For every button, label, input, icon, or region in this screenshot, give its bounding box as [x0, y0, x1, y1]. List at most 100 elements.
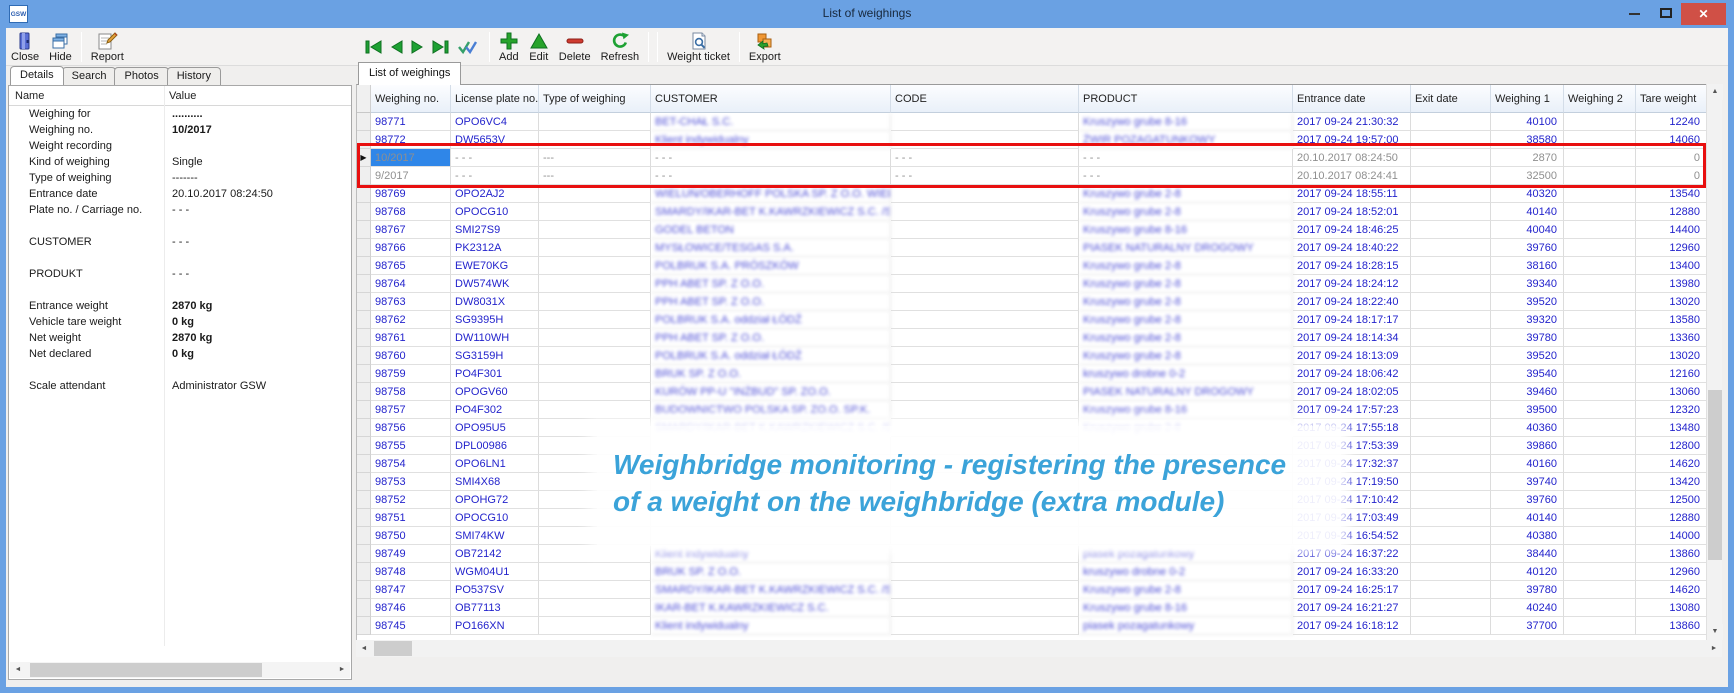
cell-w1[interactable]: 39760	[1491, 491, 1564, 509]
cell-code[interactable]	[891, 581, 1079, 599]
cell-w2[interactable]	[1564, 275, 1636, 293]
cell-customer[interactable]: - - -	[651, 167, 891, 185]
cell-code[interactable]	[891, 293, 1079, 311]
cell-w2[interactable]	[1564, 167, 1636, 185]
cell-entrance[interactable]: 2017 09-24 17:57:23	[1293, 401, 1411, 419]
cell-tare[interactable]: 13540	[1636, 185, 1707, 203]
cell-product[interactable]: Kruszywo grube 8-16	[1079, 599, 1293, 617]
cell-plate[interactable]: DW574WK	[451, 275, 539, 293]
cell-type[interactable]	[539, 347, 651, 365]
cell-customer[interactable]: PPH ABET SP. Z O.O.	[651, 329, 891, 347]
cell-entrance[interactable]: 20.10.2017 08:24:41	[1293, 167, 1411, 185]
cell-no[interactable]: 98753	[371, 473, 451, 491]
cell-no[interactable]: 98747	[371, 581, 451, 599]
cell-customer[interactable]: Klient indywidualny	[651, 617, 891, 635]
column-header[interactable]: License plate no.	[451, 85, 539, 113]
column-header[interactable]: CUSTOMER	[651, 85, 891, 113]
cell-code[interactable]	[891, 563, 1079, 581]
cell-plate[interactable]: PO4F301	[451, 365, 539, 383]
table-row[interactable]: 98767SMI27S9GODEL BETONKruszywo grube 8-…	[357, 221, 1722, 239]
cell-tare[interactable]: 13080	[1636, 599, 1707, 617]
cell-no[interactable]: 98764	[371, 275, 451, 293]
next-record-icon[interactable]	[411, 37, 424, 57]
cell-exit[interactable]	[1411, 509, 1491, 527]
cell-type[interactable]: ---	[539, 167, 651, 185]
cell-customer[interactable]: POLBRUK S.A. PRÓSZKÓW	[651, 257, 891, 275]
cell-tare[interactable]: 13020	[1636, 293, 1707, 311]
cell-tare[interactable]: 12800	[1636, 437, 1707, 455]
cell-product[interactable]: Kruszywo grube 2-8	[1079, 581, 1293, 599]
cell-no[interactable]: 98769	[371, 185, 451, 203]
cell-customer[interactable]: KURÓW PP-U "INŻBUD" SP. ZO.O.	[651, 383, 891, 401]
cell-w1[interactable]: 40120	[1491, 563, 1564, 581]
cell-code[interactable]	[891, 131, 1079, 149]
weight-ticket-button[interactable]: Weight ticket	[662, 29, 735, 65]
column-header[interactable]: Tare weight	[1636, 85, 1707, 113]
cell-plate[interactable]: - - -	[451, 149, 539, 167]
cell-code[interactable]	[891, 347, 1079, 365]
scroll-down-icon[interactable]: ▼	[1707, 624, 1723, 640]
cell-w2[interactable]	[1564, 149, 1636, 167]
cell-no[interactable]: 98749	[371, 545, 451, 563]
cell-product[interactable]: Kruszywo grube 2-8	[1079, 329, 1293, 347]
cell-plate[interactable]: OPO2AJ2	[451, 185, 539, 203]
cell-w1[interactable]: 39500	[1491, 401, 1564, 419]
column-header[interactable]: Weighing 1	[1491, 85, 1564, 113]
cell-exit[interactable]	[1411, 293, 1491, 311]
details-horizontal-scrollbar[interactable]: ◄ ►	[10, 662, 350, 678]
add-button[interactable]: Add	[494, 29, 524, 65]
cell-w2[interactable]	[1564, 257, 1636, 275]
cell-product[interactable]: Kruszywo grube 2-8	[1079, 257, 1293, 275]
cell-product[interactable]: ŻWIR POZAGATUNKOWY	[1079, 131, 1293, 149]
cell-type[interactable]	[539, 581, 651, 599]
cell-customer[interactable]: BET-CHAŁ S.C.	[651, 113, 891, 131]
cell-type[interactable]	[539, 329, 651, 347]
cell-product[interactable]: Kruszywo grube 2-8	[1079, 185, 1293, 203]
cell-w2[interactable]	[1564, 365, 1636, 383]
cell-exit[interactable]	[1411, 401, 1491, 419]
cell-code[interactable]	[891, 311, 1079, 329]
cell-entrance[interactable]: 2017 09-24 16:18:12	[1293, 617, 1411, 635]
cell-plate[interactable]: SMI27S9	[451, 221, 539, 239]
column-header[interactable]: Entrance date	[1293, 85, 1411, 113]
delete-button[interactable]: Delete	[554, 29, 596, 65]
cell-type[interactable]	[539, 113, 651, 131]
cell-w2[interactable]	[1564, 617, 1636, 635]
cell-w2[interactable]	[1564, 527, 1636, 545]
cell-w1[interactable]: 38580	[1491, 131, 1564, 149]
cell-w2[interactable]	[1564, 563, 1636, 581]
cell-tare[interactable]: 0	[1636, 167, 1707, 185]
cell-w1[interactable]: 39460	[1491, 383, 1564, 401]
cell-no[interactable]: 98757	[371, 401, 451, 419]
cell-w1[interactable]: 40320	[1491, 185, 1564, 203]
tab-search[interactable]: Search	[62, 67, 117, 85]
cell-plate[interactable]: - - -	[451, 167, 539, 185]
cell-tare[interactable]: 0	[1636, 149, 1707, 167]
cell-entrance[interactable]: 2017 09-24 18:28:15	[1293, 257, 1411, 275]
cell-product[interactable]: kruszywo drobne 0-2	[1079, 563, 1293, 581]
cell-no[interactable]: 98745	[371, 617, 451, 635]
cell-type[interactable]	[539, 401, 651, 419]
cell-exit[interactable]	[1411, 419, 1491, 437]
close-window-button[interactable]: ✕	[1681, 3, 1726, 25]
tab-details[interactable]: Details	[10, 66, 64, 85]
edit-button[interactable]: Edit	[524, 29, 554, 65]
cell-entrance[interactable]: 20.10.2017 08:24:50	[1293, 149, 1411, 167]
cell-tare[interactable]: 12500	[1636, 491, 1707, 509]
cell-plate[interactable]: OPOCG10	[451, 203, 539, 221]
cell-w2[interactable]	[1564, 239, 1636, 257]
cell-plate[interactable]: OB72142	[451, 545, 539, 563]
cell-entrance[interactable]: 2017 09-24 19:57:00	[1293, 131, 1411, 149]
cell-tare[interactable]: 13580	[1636, 311, 1707, 329]
cell-plate[interactable]: SMI4X68	[451, 473, 539, 491]
cell-plate[interactable]: PO4F302	[451, 401, 539, 419]
cell-no[interactable]: 98759	[371, 365, 451, 383]
cell-customer[interactable]: SMARDY/IKAR-BET K.KAWRZKIEWICZ S.C. /SMA…	[651, 581, 891, 599]
cell-plate[interactable]: OPOCG10	[451, 509, 539, 527]
cell-product[interactable]: - - -	[1079, 149, 1293, 167]
cell-product[interactable]: Kruszywo grube 2-8	[1079, 203, 1293, 221]
cell-tare[interactable]: 13020	[1636, 347, 1707, 365]
scroll-right-icon[interactable]: ►	[334, 662, 350, 678]
cell-w2[interactable]	[1564, 455, 1636, 473]
table-row[interactable]: 98769OPO2AJ2WIELUŃ/OBERHOFF POLSKA SP. Z…	[357, 185, 1722, 203]
